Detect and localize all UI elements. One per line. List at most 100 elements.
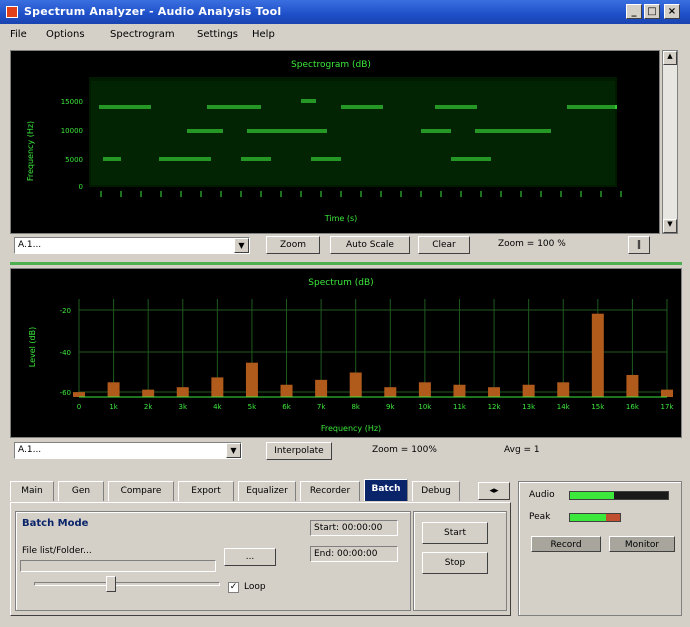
spectrum-channel-select[interactable]: A.1... ▼: [14, 442, 242, 459]
spectrum-xtick: 6k: [282, 403, 291, 411]
spectrum-xtick: 15k: [591, 403, 605, 411]
tab-export[interactable]: Export: [178, 481, 234, 501]
spectrum-panel: Spectrum (dB) Level (dB) Frequency (Hz) …: [10, 268, 682, 438]
spectrogram-plot: Spectrogram (dB) Frequency (Hz) Time (s)…: [11, 51, 659, 233]
menu-file[interactable]: File: [10, 29, 27, 40]
spectrum-xtick: 3k: [179, 403, 188, 411]
clear-button[interactable]: Clear: [418, 236, 470, 254]
scroll-up-icon[interactable]: ▲: [663, 51, 677, 65]
batch-progress-bar: [20, 560, 216, 572]
maximize-button[interactable]: □: [644, 4, 660, 19]
spectrum-bar: [418, 382, 431, 397]
spectrum-xtick: 10k: [418, 403, 432, 411]
tab-equalizer[interactable]: Equalizer: [238, 481, 296, 501]
tab-debug[interactable]: Debug: [412, 481, 460, 501]
batch-control-group: Start Stop: [413, 511, 507, 611]
spectrogram-xlabel: Time (s): [324, 214, 358, 223]
tab-recorder[interactable]: Recorder: [300, 481, 360, 501]
spectrogram-scrollbar[interactable]: ▲ ▼: [662, 50, 678, 234]
chevron-down-icon[interactable]: ▼: [226, 443, 241, 458]
peak-level-fill: [570, 514, 606, 521]
spectrum-bar: [488, 387, 501, 397]
spectrogram-ytick: 10000: [61, 127, 83, 135]
batch-tab-panel: Batch Mode File list/Folder... ... Start…: [10, 502, 511, 616]
spectrum-bar: [522, 384, 535, 397]
close-button[interactable]: ×: [664, 4, 680, 19]
record-button[interactable]: Record: [531, 536, 601, 552]
peak-level-label: Peak: [529, 512, 551, 522]
loop-label: Loop: [244, 582, 266, 592]
spectrum-bar: [245, 362, 258, 397]
panel-divider[interactable]: [10, 262, 682, 265]
batch-slider-thumb[interactable]: [106, 576, 116, 592]
monitor-button[interactable]: Monitor: [609, 536, 675, 552]
tab-compare[interactable]: Compare: [108, 481, 174, 501]
spectrum-xtick: 16k: [626, 403, 640, 411]
spectrum-bar: [349, 372, 362, 397]
minimize-button[interactable]: _: [626, 4, 642, 19]
browse-button[interactable]: ...: [224, 548, 276, 566]
tab-batch[interactable]: Batch: [364, 479, 408, 501]
menu-spectrogram[interactable]: Spectrogram: [110, 29, 175, 40]
batch-slider[interactable]: [34, 582, 220, 586]
peak-level-clip: [606, 514, 620, 521]
pause-button[interactable]: ‖: [628, 236, 650, 254]
interpolate-button[interactable]: Interpolate: [266, 442, 332, 460]
spectrum-ytick: -20: [60, 307, 71, 315]
spectrum-xtick: 2k: [144, 403, 153, 411]
loop-checkbox[interactable]: ✓: [228, 582, 239, 593]
spectrum-ylabel: Level (dB): [28, 327, 37, 367]
spectrogram-title: Spectrogram (dB): [291, 60, 371, 70]
spectrogram-traces: [91, 81, 617, 185]
spectrum-xtick: 11k: [453, 403, 467, 411]
zoom-button[interactable]: Zoom: [266, 236, 320, 254]
spectrum-avg-status: Avg = 1: [504, 445, 540, 455]
audio-level-label: Audio: [529, 490, 555, 500]
menu-options[interactable]: Options: [46, 29, 85, 40]
spectrum-xlabel: Frequency (Hz): [321, 424, 381, 433]
spectrum-ytick: -60: [60, 389, 71, 397]
spectrum-bar: [315, 379, 328, 397]
zoom-status: Zoom = 100 %: [498, 239, 566, 249]
spectrum-xtick: 4k: [213, 403, 222, 411]
spectrogram-ylabel: Frequency (Hz): [26, 121, 35, 181]
spectrum-bar: [211, 377, 224, 397]
menu-help[interactable]: Help: [252, 29, 275, 40]
spectrum-bar: [661, 389, 673, 397]
spectrum-bar: [280, 384, 293, 397]
spectrum-xtick: 5k: [248, 403, 257, 411]
chevron-down-icon[interactable]: ▼: [234, 238, 249, 253]
spectrum-bar: [591, 313, 604, 397]
spectrogram-noise: [91, 81, 615, 185]
start-button[interactable]: Start: [422, 522, 488, 544]
spectrum-bar: [384, 387, 397, 397]
spectrogram-ytick: 15000: [61, 98, 83, 106]
spectrum-ytick: -40: [60, 349, 71, 357]
autoscale-button[interactable]: Auto Scale: [330, 236, 410, 254]
spectrum-zoom-status: Zoom = 100%: [372, 445, 437, 455]
spectrum-xtick: 9k: [386, 403, 395, 411]
spectrogram-channel-select[interactable]: A.1... ▼: [14, 237, 250, 254]
audio-level-fill: [570, 492, 615, 499]
title-bar: Spectrum Analyzer - Audio Analysis Tool …: [0, 0, 690, 24]
tab-scroll-button[interactable]: ◂▸: [478, 482, 510, 500]
spectrum-bar: [557, 382, 570, 397]
scroll-down-icon[interactable]: ▼: [663, 219, 677, 233]
start-time-field[interactable]: Start: 00:00:00: [310, 520, 398, 536]
tab-gen[interactable]: Gen: [58, 481, 104, 501]
spectrum-bar: [142, 389, 155, 397]
spectrum-bar: [453, 384, 466, 397]
batch-group: Batch Mode File list/Folder... ... Start…: [15, 511, 411, 611]
spectrogram-ytick: 0: [79, 183, 83, 191]
spectrum-channel-value: A.1...: [18, 445, 42, 455]
menu-settings[interactable]: Settings: [197, 29, 238, 40]
spectrum-xtick: 12k: [488, 403, 502, 411]
tab-main[interactable]: Main: [10, 481, 54, 501]
stop-button[interactable]: Stop: [422, 552, 488, 574]
file-list-label: File list/Folder...: [22, 546, 92, 556]
spectrogram-ytick: 5000: [65, 156, 83, 164]
spectrum-xtick: 7k: [317, 403, 326, 411]
spectrum-bar: [73, 392, 85, 397]
end-time-field[interactable]: End: 00:00:00: [310, 546, 398, 562]
spectrum-xtick: 1k: [109, 403, 118, 411]
